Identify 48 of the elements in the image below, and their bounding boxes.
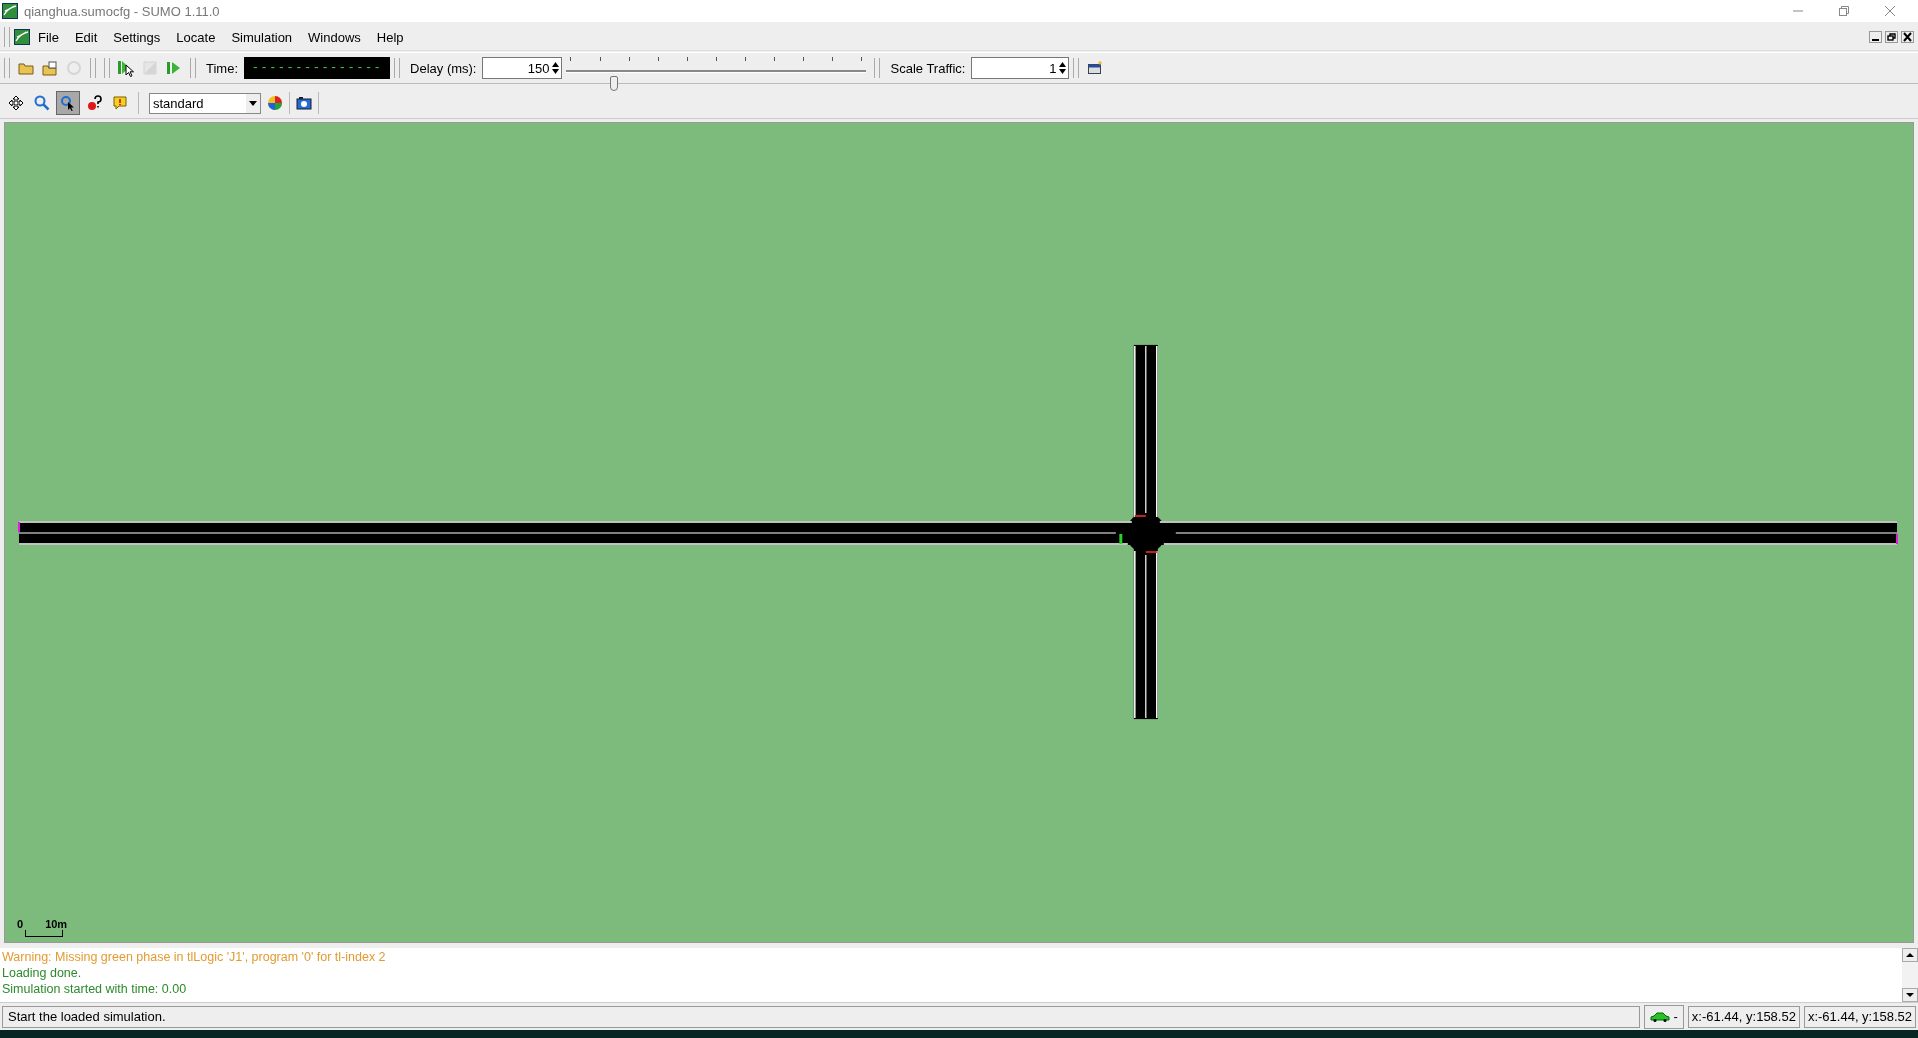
delay-label: Delay (ms): [409, 60, 478, 76]
view-tool-button[interactable] [56, 91, 80, 115]
coordinates-display: x:-61.44, y:158.52 [1803, 1005, 1916, 1028]
menu-item[interactable]: Windows [300, 29, 369, 45]
move-arrows-icon [8, 95, 24, 111]
window-title: qianghua.sumocfg - SUMO 1.11.0 [24, 3, 220, 19]
scale-bar [25, 930, 63, 937]
window-icon [1087, 61, 1104, 75]
menu-item[interactable]: Edit [66, 29, 106, 45]
car-icon [1649, 1011, 1670, 1022]
close-icon[interactable] [1901, 31, 1914, 43]
time-display: --------------- [244, 57, 391, 79]
restore-icon[interactable] [1885, 31, 1898, 43]
folders-icon [42, 60, 58, 76]
menu-item[interactable]: File [30, 29, 67, 45]
app-icon [14, 29, 30, 45]
scale-traffic-field[interactable]: 1 [971, 57, 1070, 79]
color-wheel-icon[interactable] [267, 95, 283, 111]
play-cursor-icon [117, 59, 135, 77]
time-label: Time: [205, 60, 240, 76]
scheme-dropdown[interactable]: standard [149, 92, 261, 114]
slider-thumb[interactable] [610, 76, 619, 91]
scale-traffic-label: Scale Traffic: [889, 60, 967, 76]
stop-icon [143, 61, 157, 75]
menu-item[interactable]: Simulation [223, 29, 301, 45]
menu-item[interactable]: Settings [105, 29, 169, 45]
locate-cursor-icon [60, 95, 76, 111]
help-icon [86, 95, 102, 111]
menu-item[interactable]: Help [368, 29, 412, 45]
scroll-up-icon[interactable] [1902, 948, 1918, 962]
minimize-icon[interactable] [1869, 31, 1882, 43]
speech-bubble-icon [112, 95, 128, 111]
log-message: Warning: Missing green phase in tlLogic 'J1', program '0' for tl-index 2 [2, 950, 387, 964]
scale-label: 10m [45, 918, 68, 930]
log-message: Simulation started with time: 0.00 [2, 982, 188, 996]
status-text: Start the loaded simulation. [2, 1005, 1640, 1028]
step-icon [166, 60, 182, 76]
search-icon [34, 95, 50, 111]
delay-field[interactable]: 150 [482, 57, 563, 79]
folder-icon [18, 61, 34, 75]
menu-item[interactable]: Locate [168, 29, 224, 45]
caret-icon[interactable] [249, 100, 257, 106]
vehicle-button[interactable]: - [1643, 1004, 1684, 1029]
scroll-down-icon[interactable] [1902, 988, 1918, 1002]
log-message: Loading done. [2, 966, 83, 980]
camera-icon[interactable] [296, 96, 312, 110]
scale-label: 0 [17, 918, 24, 930]
coordinates-display: x:-61.44, y:158.52 [1687, 1005, 1800, 1028]
